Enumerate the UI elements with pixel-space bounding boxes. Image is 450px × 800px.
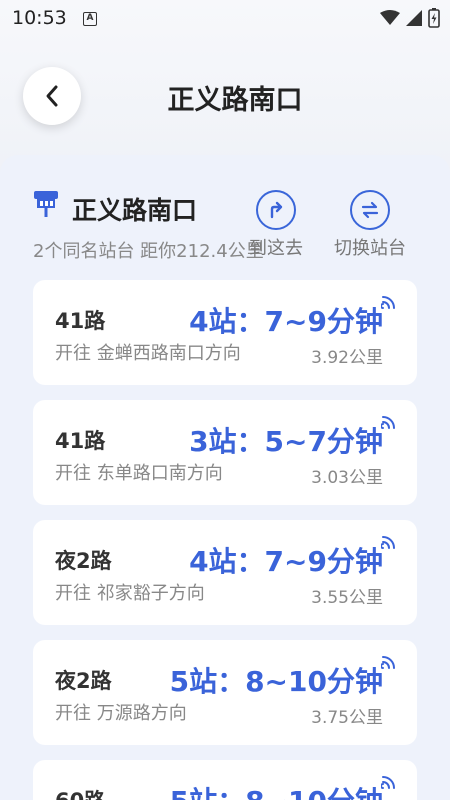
route-eta: 4站：7~9分钟 xyxy=(189,305,383,338)
turn-right-arrow-icon xyxy=(256,190,296,230)
status-time: 10:53 xyxy=(12,7,67,29)
realtime-signal-icon xyxy=(381,776,395,789)
route-distance: 3.92公里 xyxy=(311,348,383,368)
swap-arrows-icon xyxy=(350,190,390,230)
route-card[interactable]: 夜2路 开往 祁家豁子方向 4站：7~9分钟 3.55公里 xyxy=(33,520,417,625)
route-card[interactable]: 41路 开往 金蝉西路南口方向 4站：7~9分钟 3.92公里 xyxy=(33,280,417,385)
route-card[interactable]: 夜2路 开往 万源路方向 5站：8~10分钟 3.75公里 xyxy=(33,640,417,745)
wifi-icon xyxy=(380,10,400,25)
switch-platform-button[interactable]: 切换站台 xyxy=(334,190,406,260)
go-here-label: 到这去 xyxy=(249,238,303,259)
route-distance: 3.55公里 xyxy=(311,588,383,608)
route-name: 夜2路 xyxy=(55,549,112,573)
route-distance: 3.75公里 xyxy=(311,708,383,728)
go-here-button[interactable]: 到这去 xyxy=(249,190,303,260)
realtime-signal-icon xyxy=(381,656,395,669)
page-title: 正义路南口 xyxy=(167,85,303,116)
realtime-signal-icon xyxy=(381,296,395,309)
bus-stop-sign-icon xyxy=(34,191,58,217)
realtime-signal-icon xyxy=(381,416,395,429)
realtime-signal-icon xyxy=(381,536,395,549)
notification-a-icon: A xyxy=(83,12,97,26)
route-eta: 4站：7~9分钟 xyxy=(189,545,383,578)
route-card[interactable]: 60路 5站：8~10分钟 xyxy=(33,760,417,800)
route-eta: 3站：5~7分钟 xyxy=(189,425,383,458)
route-card[interactable]: 41路 开往 东单路口南方向 3站：5~7分钟 3.03公里 xyxy=(33,400,417,505)
route-name: 夜2路 xyxy=(55,669,112,693)
route-name: 41路 xyxy=(55,429,106,453)
cellular-signal-icon xyxy=(406,10,422,26)
route-name: 60路 xyxy=(55,785,105,800)
route-eta: 5站：8~10分钟 xyxy=(170,780,383,800)
route-distance: 3.03公里 xyxy=(311,468,383,488)
battery-charging-icon xyxy=(428,8,440,28)
route-direction: 开往 祁家豁子方向 xyxy=(55,583,205,604)
station-info: 2个同名站台 距你212.4公里 xyxy=(33,241,264,262)
switch-platform-label: 切换站台 xyxy=(334,238,406,259)
station-name: 正义路南口 xyxy=(72,196,198,225)
route-eta: 5站：8~10分钟 xyxy=(169,665,383,698)
route-direction: 开往 万源路方向 xyxy=(55,703,187,724)
route-direction: 开往 金蝉西路南口方向 xyxy=(55,343,241,364)
route-direction: 开往 东单路口南方向 xyxy=(55,463,223,484)
status-bar: 10:53 A xyxy=(0,0,450,36)
route-name: 41路 xyxy=(55,309,106,333)
